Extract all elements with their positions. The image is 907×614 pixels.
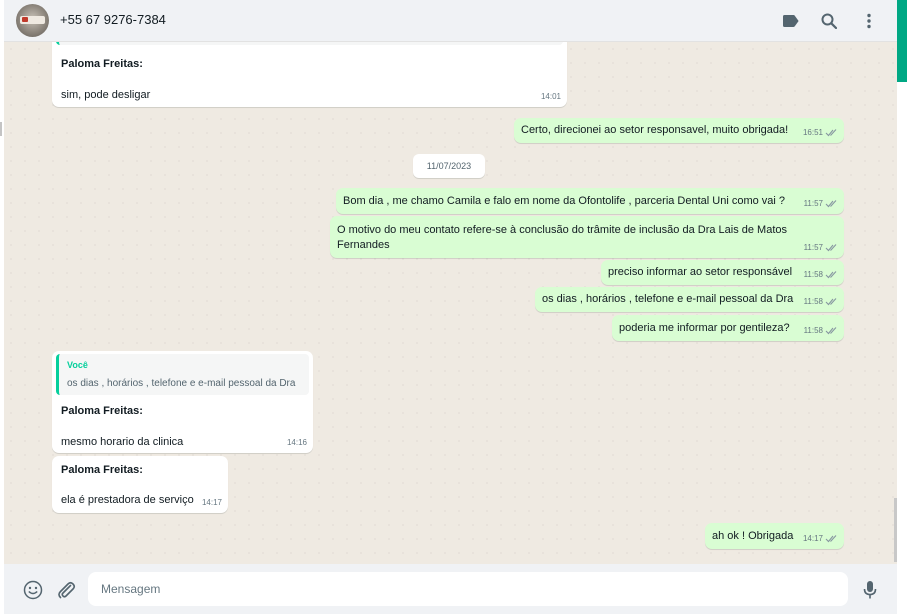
read-ticks-icon bbox=[825, 129, 837, 137]
compose-bar bbox=[4, 564, 897, 614]
message-text: poderia me informar por gentileza? bbox=[619, 322, 790, 334]
read-ticks-icon bbox=[825, 327, 837, 335]
contact-avatar[interactable] bbox=[16, 4, 49, 37]
message-text: ela é prestadora de serviço bbox=[61, 494, 194, 506]
message-text: os dias , horários , telefone e e-mail p… bbox=[542, 293, 794, 305]
search-icon[interactable] bbox=[819, 11, 839, 31]
message-time: 11:57 bbox=[804, 196, 838, 211]
message-incoming[interactable]: Paloma Freitas: ela é prestadora de serv… bbox=[52, 456, 228, 513]
message-incoming[interactable]: Paloma Freitas: sim, pode desligar 14:01 bbox=[52, 42, 567, 107]
mic-icon[interactable] bbox=[859, 579, 881, 601]
message-time: 11:57 bbox=[804, 240, 838, 255]
message-outgoing[interactable]: ah ok ! Obrigada 14:17 bbox=[705, 523, 844, 549]
message-outgoing[interactable]: O motivo do meu contato refere-se à conc… bbox=[330, 216, 844, 258]
message-time: 11:58 bbox=[804, 267, 838, 282]
message-time: 14:17 bbox=[803, 531, 838, 546]
side-panel-accent bbox=[897, 0, 907, 82]
read-ticks-icon bbox=[825, 298, 837, 306]
read-ticks-icon bbox=[825, 244, 837, 252]
contact-name[interactable]: +55 67 9276-7384 bbox=[60, 12, 166, 27]
attach-icon[interactable] bbox=[55, 579, 77, 601]
message-incoming[interactable]: Você os dias , horários , telefone e e-m… bbox=[52, 351, 313, 453]
menu-icon[interactable] bbox=[859, 11, 879, 31]
message-outgoing[interactable]: Bom dia , me chamo Camila e falo em nome… bbox=[336, 188, 844, 214]
message-text: preciso informar ao setor responsável bbox=[608, 266, 793, 278]
date-separator: 11/07/2023 bbox=[413, 154, 485, 178]
label-icon[interactable] bbox=[780, 11, 800, 31]
message-text: O motivo do meu contato refere-se à conc… bbox=[337, 224, 788, 251]
message-outgoing[interactable]: os dias , horários , telefone e e-mail p… bbox=[535, 287, 844, 312]
chat-header: +55 67 9276-7384 bbox=[4, 0, 897, 42]
read-ticks-icon bbox=[825, 535, 837, 543]
sender-name: Paloma Freitas: bbox=[61, 58, 143, 70]
quoted-reply[interactable]: Você os dias , horários , telefone e e-m… bbox=[56, 354, 309, 395]
message-list[interactable]: Paloma Freitas: sim, pode desligar 14:01… bbox=[4, 42, 897, 564]
emoji-icon[interactable] bbox=[22, 579, 44, 601]
message-input[interactable] bbox=[88, 572, 848, 606]
message-time: 16:51 bbox=[803, 125, 838, 140]
side-panel bbox=[897, 82, 907, 614]
message-outgoing[interactable]: preciso informar ao setor responsável 11… bbox=[601, 260, 844, 285]
message-text: Certo, direcionei ao setor responsavel, … bbox=[521, 124, 789, 136]
message-outgoing[interactable]: poderia me informar por gentileza? 11:58 bbox=[612, 315, 844, 341]
message-outgoing[interactable]: Certo, direcionei ao setor responsavel, … bbox=[514, 118, 844, 143]
message-time: 11:58 bbox=[804, 323, 838, 338]
quote-author: Você bbox=[67, 360, 88, 370]
quote-text: os dias , horários , telefone e e-mail p… bbox=[67, 378, 296, 389]
read-ticks-icon bbox=[825, 271, 837, 279]
read-ticks-icon bbox=[825, 200, 837, 208]
message-text: Bom dia , me chamo Camila e falo em nome… bbox=[343, 195, 786, 207]
message-time: 14:16 bbox=[286, 438, 307, 447]
message-text: ah ok ! Obrigada bbox=[712, 530, 794, 542]
message-time: 11:58 bbox=[804, 294, 838, 309]
sender-name: Paloma Freitas: bbox=[61, 464, 143, 476]
message-text: sim, pode desligar bbox=[61, 89, 151, 101]
sender-name: Paloma Freitas: bbox=[61, 405, 143, 417]
quoted-reply bbox=[56, 42, 563, 45]
message-time: 14:17 bbox=[201, 498, 222, 507]
message-time: 14:01 bbox=[540, 92, 561, 101]
window-edge-tab bbox=[0, 122, 2, 136]
message-text: mesmo horario da clinica bbox=[61, 436, 184, 448]
